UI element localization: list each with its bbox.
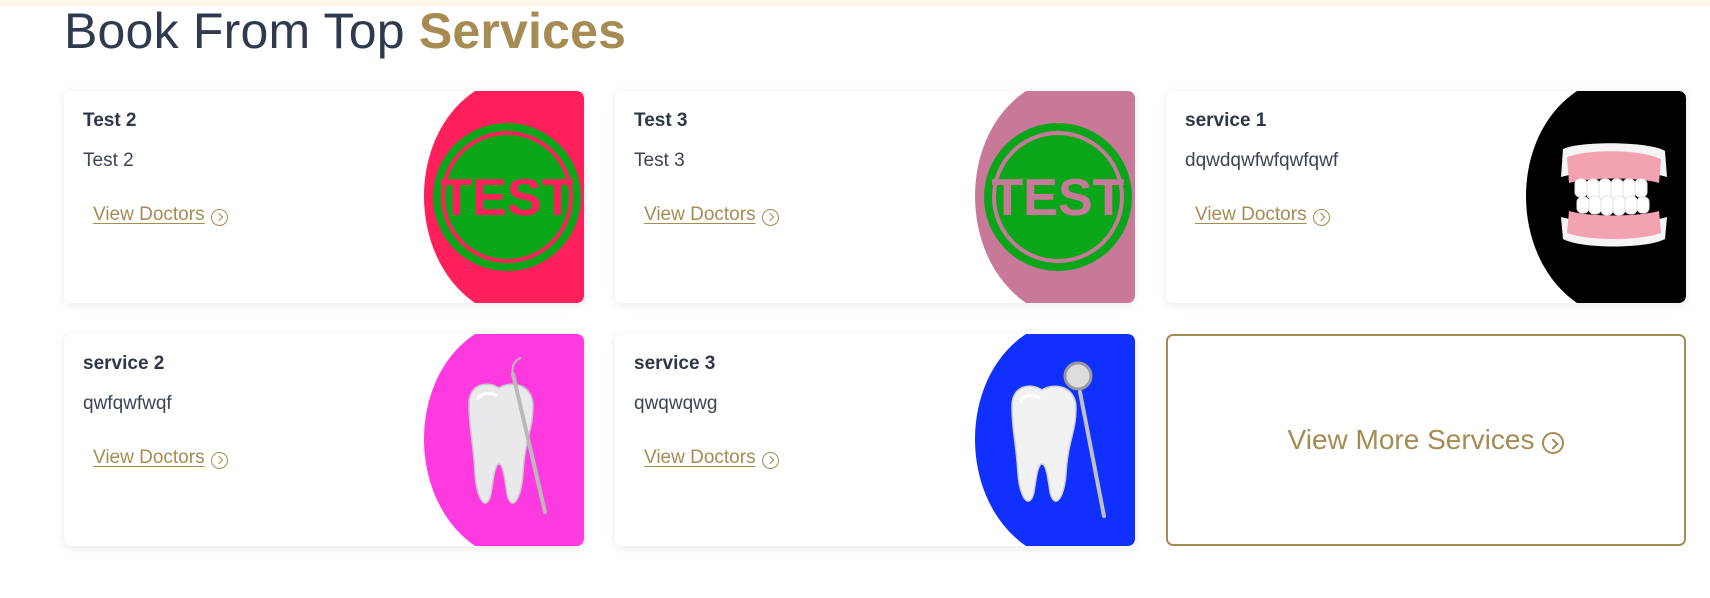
services-grid: Test 2 Test 2 View Doctors TEST Test 3 T… — [64, 91, 1686, 546]
view-doctors-label: View Doctors — [644, 204, 756, 225]
service-card-service-2: service 2 qwfqwfwqf View Doctors — [64, 334, 584, 546]
chevron-circle-right-icon — [210, 208, 228, 226]
service-image-test-stamp: TEST — [968, 91, 1135, 303]
service-title: Test 2 — [83, 110, 137, 131]
svg-text:TEST: TEST — [992, 169, 1125, 227]
view-doctors-link[interactable]: View Doctors — [1195, 204, 1330, 226]
view-more-services-card[interactable]: View More Services — [1166, 334, 1686, 546]
view-doctors-link[interactable]: View Doctors — [644, 204, 779, 226]
view-more-services-link[interactable]: View More Services — [1288, 424, 1565, 456]
view-doctors-label: View Doctors — [644, 447, 756, 468]
view-more-services-label: View More Services — [1287, 424, 1535, 455]
service-title: Test 3 — [634, 110, 688, 131]
service-image-test-stamp: TEST — [417, 91, 584, 303]
service-card-test-3: Test 3 Test 3 View Doctors TEST — [615, 91, 1135, 303]
view-doctors-label: View Doctors — [93, 447, 205, 468]
view-doctors-link[interactable]: View Doctors — [93, 204, 228, 226]
service-card-service-1: service 1 dqwdqwfwfqwfqwf View Doctors — [1166, 91, 1686, 303]
service-description: Test 2 — [83, 150, 134, 171]
heading-prefix: Book From Top — [64, 3, 405, 59]
chevron-circle-right-icon — [761, 451, 779, 469]
chevron-circle-right-icon — [1542, 432, 1565, 454]
section-heading: Book From Top Services — [64, 2, 626, 60]
svg-text:TEST: TEST — [441, 169, 574, 227]
chevron-circle-right-icon — [210, 451, 228, 469]
service-description: qwqwqwg — [634, 393, 718, 414]
chevron-circle-right-icon — [1312, 208, 1330, 226]
service-title: service 3 — [634, 353, 716, 374]
service-image-dentures — [1519, 91, 1686, 303]
chevron-circle-right-icon — [761, 208, 779, 226]
service-description: qwfqwfwqf — [83, 393, 172, 414]
service-description: Test 3 — [634, 150, 685, 171]
service-image-tooth-with-probe — [417, 334, 584, 546]
service-title: service 1 — [1185, 110, 1267, 131]
view-doctors-label: View Doctors — [93, 204, 205, 225]
service-card-test-2: Test 2 Test 2 View Doctors TEST — [64, 91, 584, 303]
view-doctors-link[interactable]: View Doctors — [644, 447, 779, 469]
view-doctors-label: View Doctors — [1195, 204, 1307, 225]
service-image-tooth-with-mirror — [968, 334, 1135, 546]
service-description: dqwdqwfwfqwfqwf — [1185, 150, 1339, 171]
heading-accent: Services — [418, 3, 627, 59]
view-doctors-link[interactable]: View Doctors — [93, 447, 228, 469]
service-title: service 2 — [83, 353, 165, 374]
service-card-service-3: service 3 qwqwqwg View Doctors — [615, 334, 1135, 546]
